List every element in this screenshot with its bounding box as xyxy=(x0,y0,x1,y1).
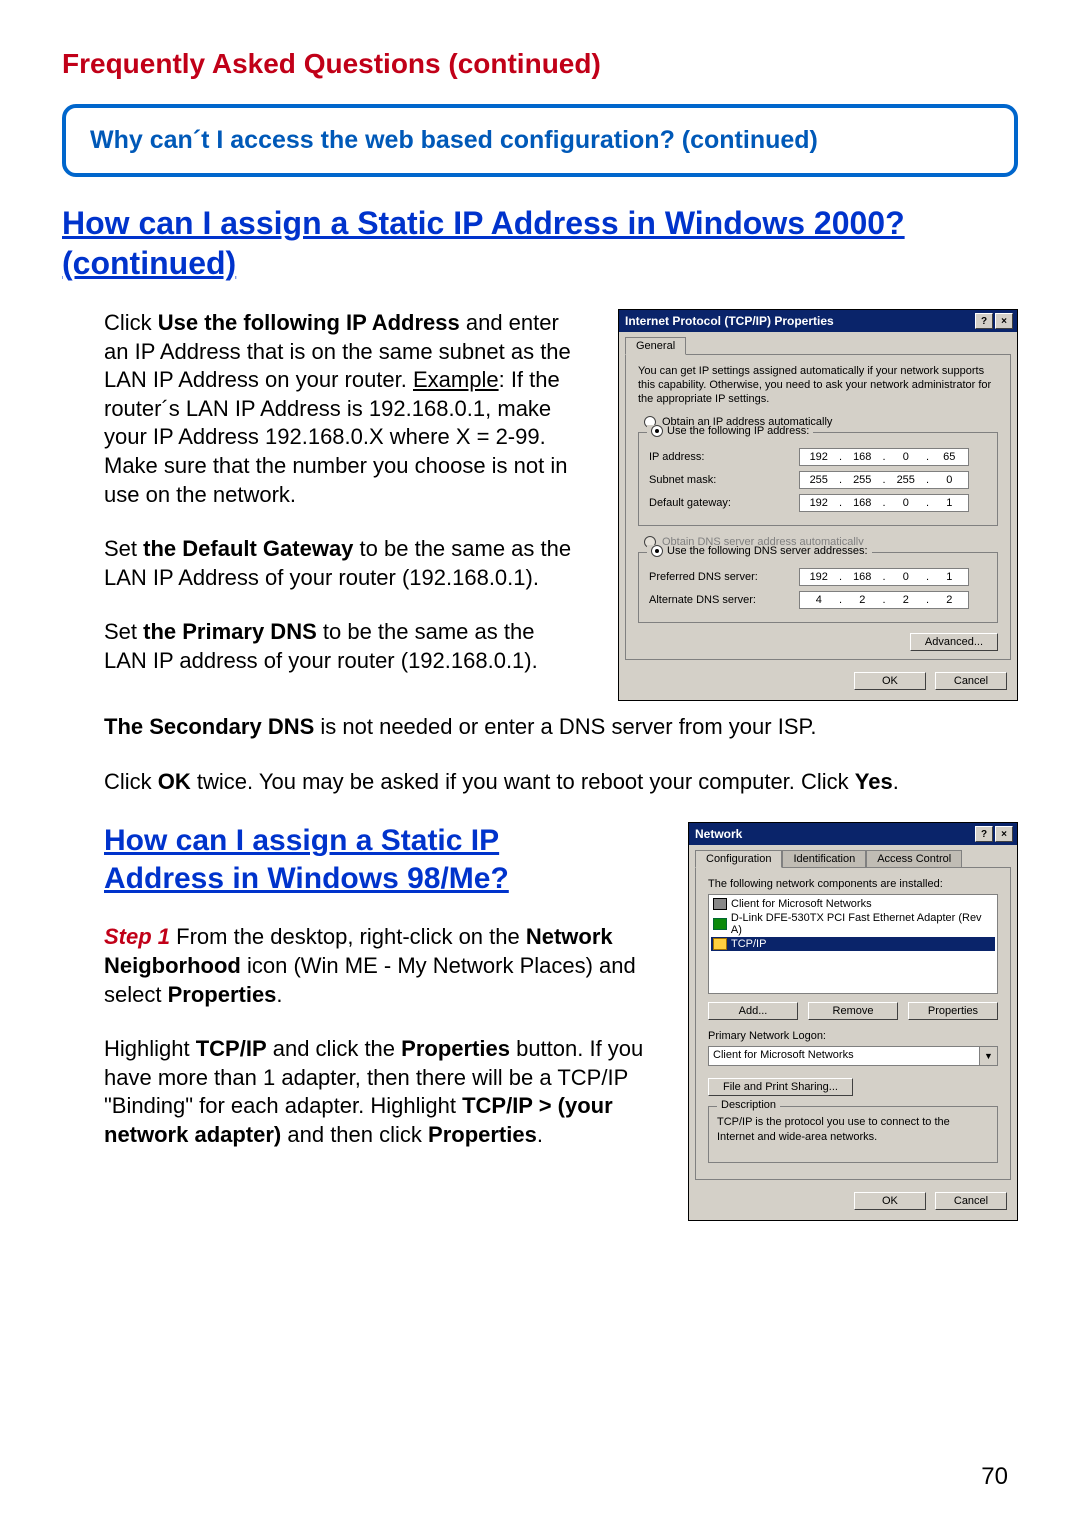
advanced-button[interactable]: Advanced... xyxy=(910,633,998,651)
tab-identification[interactable]: Identification xyxy=(782,850,866,868)
instruction-para-3: Set the Primary DNS to be the same as th… xyxy=(104,618,574,675)
help-icon[interactable]: ? xyxy=(975,313,993,329)
components-listbox[interactable]: Client for Microsoft Networks D-Link DFE… xyxy=(708,894,998,994)
primary-logon-label: Primary Network Logon: xyxy=(708,1030,998,1042)
client-icon xyxy=(713,898,727,910)
cancel-button[interactable]: Cancel xyxy=(935,1192,1007,1210)
list-item-label: Client for Microsoft Networks xyxy=(731,898,872,910)
tab-general[interactable]: General xyxy=(625,337,686,355)
ip-octet: 255 xyxy=(800,472,838,488)
properties-button[interactable]: Properties xyxy=(908,1002,998,1020)
components-label: The following network components are ins… xyxy=(708,878,998,890)
step1b-para: Highlight TCP/IP and click the Propertie… xyxy=(104,1035,658,1149)
ip-octet: 1 xyxy=(931,495,969,511)
faq-section-title: Frequently Asked Questions (continued) xyxy=(62,48,1018,80)
close-icon[interactable]: × xyxy=(995,826,1013,842)
radio-use-following-ip[interactable]: Use the following IP address: xyxy=(667,425,809,437)
file-print-sharing-button[interactable]: File and Print Sharing... xyxy=(708,1078,853,1096)
faq-banner-text: Why can´t I access the web based configu… xyxy=(90,126,990,155)
primary-logon-combo[interactable]: Client for Microsoft Networks ▼ xyxy=(708,1046,998,1066)
ip-octet: 0 xyxy=(931,472,969,488)
label-ip-address: IP address: xyxy=(649,451,799,463)
ip-octet: 1 xyxy=(931,569,969,585)
subnet-mask-input[interactable]: 255. 255. 255. 0 xyxy=(799,471,969,489)
instruction-para-2: Set the Default Gateway to be the same a… xyxy=(104,535,574,592)
radio-use-following-dns[interactable]: Use the following DNS server addresses: xyxy=(667,545,868,557)
label-alternate-dns: Alternate DNS server: xyxy=(649,594,799,606)
radio-icon[interactable] xyxy=(651,545,663,557)
default-gateway-input[interactable]: 192. 168. 0. 1 xyxy=(799,494,969,512)
ip-octet: 255 xyxy=(844,472,882,488)
question-heading-win2000: How can I assign a Static IP Address in … xyxy=(62,203,1018,283)
dialog-title: Network xyxy=(695,827,742,841)
question-heading-win98me: How can I assign a Static IP Address in … xyxy=(104,822,624,897)
ip-octet: 168 xyxy=(844,569,882,585)
dialog-description: You can get IP settings assigned automat… xyxy=(638,365,998,406)
add-button[interactable]: Add... xyxy=(708,1002,798,1020)
step1-para: Step 1 From the desktop, right-click on … xyxy=(104,923,658,1009)
label-default-gateway: Default gateway: xyxy=(649,497,799,509)
help-icon[interactable]: ? xyxy=(975,826,993,842)
ok-button[interactable]: OK xyxy=(854,672,926,690)
tab-access-control[interactable]: Access Control xyxy=(866,850,962,868)
tcpip-properties-dialog: Internet Protocol (TCP/IP) Properties ? … xyxy=(618,309,1018,701)
cancel-button[interactable]: Cancel xyxy=(935,672,1007,690)
ip-octet: 168 xyxy=(844,495,882,511)
close-icon[interactable]: × xyxy=(995,313,1013,329)
description-text: TCP/IP is the protocol you use to connec… xyxy=(717,1115,989,1144)
dialog-titlebar: Network ? × xyxy=(689,823,1017,845)
list-item[interactable]: TCP/IP xyxy=(711,937,995,951)
ip-octet: 168 xyxy=(844,449,882,465)
page-number: 70 xyxy=(981,1463,1008,1491)
radio-icon[interactable] xyxy=(651,425,663,437)
ip-octet: 255 xyxy=(887,472,925,488)
adapter-icon xyxy=(713,918,727,930)
ip-octet: 192 xyxy=(800,449,838,465)
combo-value: Client for Microsoft Networks xyxy=(709,1047,979,1065)
ok-button[interactable]: OK xyxy=(854,1192,926,1210)
dialog-title: Internet Protocol (TCP/IP) Properties xyxy=(625,314,834,328)
ip-octet: 0 xyxy=(887,449,925,465)
instruction-para-5: Click OK twice. You may be asked if you … xyxy=(104,768,1018,797)
ip-octet: 2 xyxy=(887,592,925,608)
tab-configuration[interactable]: Configuration xyxy=(695,850,782,868)
alternate-dns-input[interactable]: 4. 2. 2. 2 xyxy=(799,591,969,609)
faq-banner: Why can´t I access the web based configu… xyxy=(62,104,1018,177)
ip-octet: 2 xyxy=(931,592,969,608)
list-item-label: D-Link DFE-530TX PCI Fast Ethernet Adapt… xyxy=(731,912,993,936)
ip-address-input[interactable]: 192. 168. 0. 65 xyxy=(799,448,969,466)
label-subnet-mask: Subnet mask: xyxy=(649,474,799,486)
dialog-titlebar: Internet Protocol (TCP/IP) Properties ? … xyxy=(619,310,1017,332)
list-item-label: TCP/IP xyxy=(731,938,766,950)
description-group-label: Description xyxy=(717,1099,780,1111)
preferred-dns-input[interactable]: 192. 168. 0. 1 xyxy=(799,568,969,586)
ip-octet: 0 xyxy=(887,495,925,511)
label-preferred-dns: Preferred DNS server: xyxy=(649,571,799,583)
list-item[interactable]: Client for Microsoft Networks xyxy=(711,897,995,911)
protocol-icon xyxy=(713,938,727,950)
ip-octet: 192 xyxy=(800,495,838,511)
ip-octet: 192 xyxy=(800,569,838,585)
instruction-para-4: The Secondary DNS is not needed or enter… xyxy=(104,713,1018,742)
chevron-down-icon[interactable]: ▼ xyxy=(979,1047,997,1065)
instruction-para-1: Click Use the following IP Address and e… xyxy=(104,309,574,509)
remove-button[interactable]: Remove xyxy=(808,1002,898,1020)
ip-octet: 2 xyxy=(844,592,882,608)
ip-octet: 4 xyxy=(800,592,838,608)
list-item[interactable]: D-Link DFE-530TX PCI Fast Ethernet Adapt… xyxy=(711,911,995,937)
network-dialog-98: Network ? × ConfigurationIdentificationA… xyxy=(688,822,1018,1221)
ip-octet: 0 xyxy=(887,569,925,585)
ip-octet: 65 xyxy=(931,449,969,465)
